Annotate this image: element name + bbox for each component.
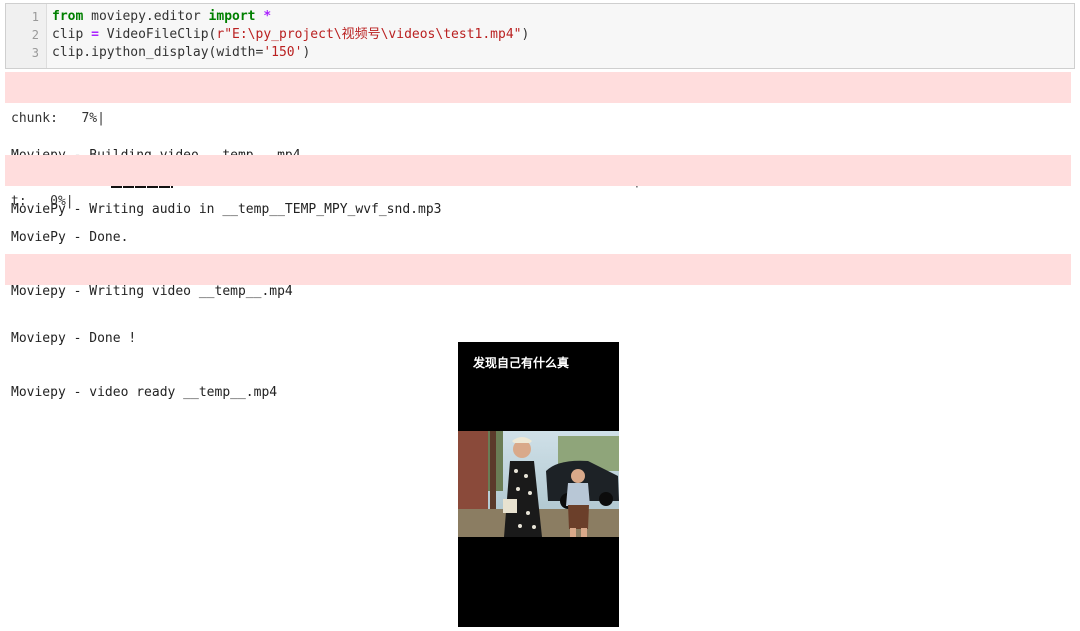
code-line[interactable]: clip = VideoFileClip(r"E:\py_project\视频号… [52,26,529,44]
code-token: VideoFileClip( [98,27,217,42]
video-caption: 发现自己有什么真 [473,356,570,370]
code-token: = [91,27,99,42]
code-token: from [52,9,84,24]
output-line: Moviepy - Done ! [11,331,137,346]
code-token: moviepy.editor [83,9,209,24]
video-player[interactable]: 发现自己有什么真 [458,342,619,627]
line-number: 2 [31,28,39,42]
code-token: ) [521,27,530,42]
progress-bar-t: t: 0%| | 4/1101 [00:00<00:27, 39.71it/s,… [5,155,1071,271]
code-token: ) [302,45,311,60]
code-token: import [208,9,256,24]
code-token: clip.ipython_display(width= [52,45,264,60]
line-number: 1 [31,10,39,24]
progress-bar-empty [5,254,1071,285]
code-line[interactable]: from moviepy.editor import * [52,8,271,26]
stdout-block: Moviepy - Done ! Moviepy - video ready _… [11,294,277,420]
code-cell[interactable]: from moviepy.editor import * clip = Video… [5,3,1075,69]
progress-bar-chunk: chunk: 7%| | 28/405 [00:00<00:01, 245.11… [5,72,1071,188]
code-token: r"E:\py_project\视频号\videos\test1.mp4" [216,27,522,42]
line-number: 3 [31,46,39,60]
output-line: MoviePy - Done. [11,230,129,245]
output-line: Moviepy - video ready __temp__.mp4 [11,385,278,400]
code-token: clip [52,27,92,42]
video-frame-image [458,431,619,537]
code-token: * [263,9,272,24]
code-line[interactable]: clip.ipython_display(width='150') [52,44,310,62]
code-token: '150' [263,45,303,60]
